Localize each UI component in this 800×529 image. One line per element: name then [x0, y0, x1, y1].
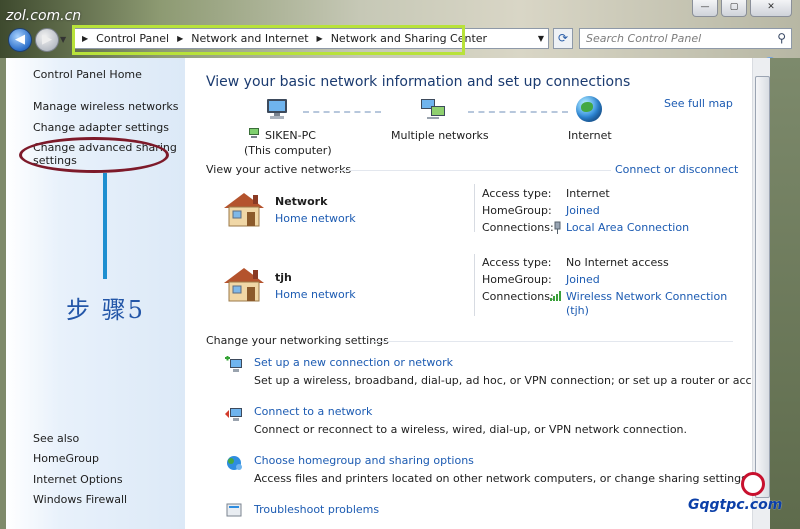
multiple-networks-label: Multiple networks — [391, 129, 489, 142]
annotation-pointer-bar — [103, 173, 107, 279]
watermark-bottom: Gqgtpc.com — [688, 497, 783, 513]
task-homegroup-sharing-desc: Access files and printers located on oth… — [254, 472, 751, 485]
page-title: View your basic network information and … — [206, 74, 631, 90]
connect-or-disconnect-link[interactable]: Connect or disconnect — [615, 163, 738, 176]
task-setup-connection-link[interactable]: Set up a new connection or network — [254, 356, 453, 369]
network-1-name: Network — [275, 195, 328, 208]
scrollbar-thumb[interactable] — [755, 76, 770, 498]
task-connect-network-link[interactable]: Connect to a network — [254, 405, 372, 418]
network-2-connection-ssid[interactable]: (tjh) — [566, 304, 589, 317]
connection-line — [468, 111, 568, 113]
sidebar-internet-options[interactable]: Internet Options — [33, 473, 123, 486]
close-button[interactable]: ✕ — [750, 0, 792, 17]
ethernet-icon — [554, 221, 561, 234]
internet-label: Internet — [568, 129, 612, 142]
network-1-homegroup-label: HomeGroup: — [482, 204, 552, 217]
sidebar-windows-firewall[interactable]: Windows Firewall — [33, 493, 127, 506]
home-network-icon — [224, 193, 264, 227]
refresh-icon[interactable]: ⟳ — [553, 28, 573, 49]
network-1-connections-label: Connections: — [482, 221, 554, 234]
sidebar-manage-wireless-networks[interactable]: Manage wireless networks — [33, 100, 178, 113]
network-1-homegroup-link[interactable]: Joined — [566, 204, 600, 217]
internet-globe-icon — [576, 96, 602, 122]
task-setup-connection-desc: Set up a wireless, broadband, dial-up, a… — [254, 374, 800, 387]
see-also-label: See also — [33, 432, 80, 445]
network-2-access-value: No Internet access — [566, 256, 669, 269]
network-2-access-label: Access type: — [482, 256, 552, 269]
new-connection-icon — [225, 356, 242, 372]
network-2-homegroup-label: HomeGroup: — [482, 273, 552, 286]
address-highlight-annotation — [72, 25, 465, 55]
caption-buttons: — ▢ ✕ — [692, 0, 792, 17]
search-input[interactable]: Search Control Panel ⚲ — [579, 28, 792, 49]
window: zol.com.cn — ▢ ✕ ◀ ▶ ▼ ▶ Control Panel ▶… — [0, 0, 800, 529]
computer-subtitle: (This computer) — [244, 144, 332, 157]
history-dropdown-icon[interactable]: ▼ — [60, 35, 66, 44]
network-2-name: tjh — [275, 271, 292, 284]
task-troubleshoot-link[interactable]: Troubleshoot problems — [254, 503, 379, 516]
section-divider — [331, 170, 611, 171]
main-content: View your basic network information and … — [185, 58, 800, 529]
network-1-type-link[interactable]: Home network — [275, 212, 356, 225]
step-annotation: 步 骤5 — [66, 296, 145, 324]
multiple-networks-icon — [421, 99, 445, 119]
search-icon[interactable]: ⚲ — [777, 31, 786, 45]
task-connect-network-desc: Connect or reconnect to a wireless, wire… — [254, 423, 688, 436]
connect-network-icon — [225, 408, 242, 421]
active-networks-header: View your active networks — [206, 163, 352, 176]
connection-line — [303, 111, 381, 113]
forward-arrow-icon[interactable]: ▶ — [35, 28, 59, 52]
wireless-signal-icon — [550, 291, 561, 301]
highlight-ellipse-annotation — [19, 137, 169, 173]
network-2-divider — [474, 254, 475, 316]
network-1-access-value: Internet — [566, 187, 610, 200]
settings-header: Change your networking settings — [206, 334, 389, 347]
see-full-map-link[interactable]: See full map — [664, 97, 733, 110]
network-2-homegroup-link[interactable]: Joined — [566, 273, 600, 286]
maximize-button[interactable]: ▢ — [721, 0, 747, 17]
scrollbar[interactable] — [752, 58, 771, 529]
computer-name: SIKEN-PC — [265, 129, 316, 142]
section-divider — [371, 341, 733, 342]
sidebar-change-adapter-settings[interactable]: Change adapter settings — [33, 121, 169, 134]
network-pc-icon — [249, 128, 259, 138]
sidebar-control-panel-home[interactable]: Control Panel Home — [33, 68, 142, 81]
network-2-connection-link[interactable]: Wireless Network Connection — [566, 290, 727, 303]
task-homegroup-sharing-link[interactable]: Choose homegroup and sharing options — [254, 454, 474, 467]
minimize-button[interactable]: — — [692, 0, 718, 17]
network-2-type-link[interactable]: Home network — [275, 288, 356, 301]
desktop-background — [770, 58, 800, 529]
network-1-divider — [474, 184, 475, 232]
network-2-connections-label: Connections: — [482, 290, 554, 303]
sidebar-homegroup[interactable]: HomeGroup — [33, 452, 99, 465]
troubleshoot-icon — [226, 503, 242, 517]
watermark-top: zol.com.cn — [6, 8, 82, 24]
address-dropdown-icon[interactable]: ▼ — [538, 34, 544, 43]
computer-icon — [267, 99, 287, 119]
back-arrow-icon[interactable]: ◀ — [8, 28, 32, 52]
home-network-icon — [224, 268, 264, 302]
network-1-access-label: Access type: — [482, 187, 552, 200]
watermark-logo-icon — [741, 472, 765, 496]
network-1-connection-link[interactable]: Local Area Connection — [566, 221, 689, 234]
homegroup-sharing-icon — [227, 456, 242, 470]
